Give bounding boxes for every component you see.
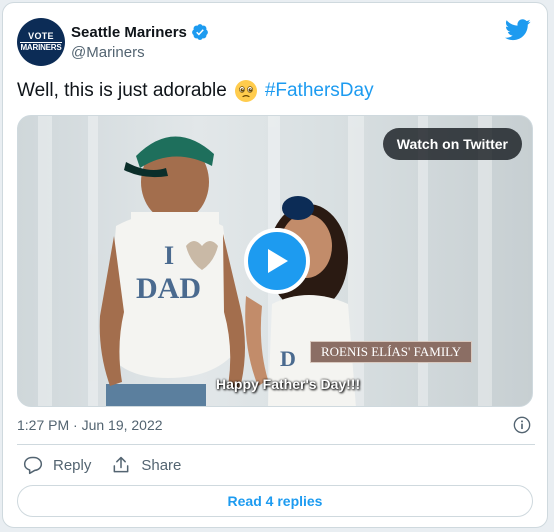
share-button[interactable]: Share (111, 455, 181, 475)
watch-on-twitter-button[interactable]: Watch on Twitter (382, 128, 522, 160)
tweet-actions: Reply Share (23, 455, 201, 475)
video-caption-tag: ROENIS ELÍAS' FAMILY (310, 341, 473, 363)
play-icon (268, 249, 288, 273)
reply-label: Reply (53, 456, 92, 474)
tweet-text: Well, this is just adorable #FathersDay (17, 79, 374, 103)
reply-button[interactable]: Reply (23, 455, 91, 475)
author-name-row: Seattle Mariners (71, 23, 209, 41)
pleading-face-emoji-icon (234, 80, 257, 102)
author-name[interactable]: Seattle Mariners (71, 24, 187, 41)
avatar-text-line1: VOTE (28, 31, 54, 41)
svg-text:DAD: DAD (136, 272, 201, 305)
verified-badge-icon (192, 24, 208, 40)
play-button[interactable] (244, 228, 310, 294)
author-handle[interactable]: @Mariners (71, 44, 145, 61)
video-subtitle: Happy Father's Day!!! (216, 376, 361, 392)
video-player[interactable]: I DAD D Watch on Twitter ROENIS ELÍAS' F… (17, 115, 533, 407)
svg-text:D: D (280, 346, 296, 371)
tweet-body: Well, this is just adorable (17, 80, 227, 101)
avatar-text-line2: MARINERS (20, 42, 62, 52)
tweet-card: VOTE MARINERS Seattle Mariners @Mariners… (2, 2, 548, 528)
twitter-bird-icon[interactable] (505, 19, 531, 41)
divider (17, 444, 535, 445)
hashtag-link[interactable]: #FathersDay (265, 80, 374, 102)
share-icon (113, 456, 129, 473)
avatar[interactable]: VOTE MARINERS (17, 18, 65, 66)
reply-icon (23, 456, 43, 475)
read-replies-button[interactable]: Read 4 replies (17, 485, 533, 517)
info-icon[interactable] (513, 416, 531, 434)
svg-text:I: I (164, 241, 174, 270)
tweet-timestamp[interactable]: 1:27 PM · Jun 19, 2022 (17, 417, 163, 433)
share-label: Share (141, 456, 182, 474)
